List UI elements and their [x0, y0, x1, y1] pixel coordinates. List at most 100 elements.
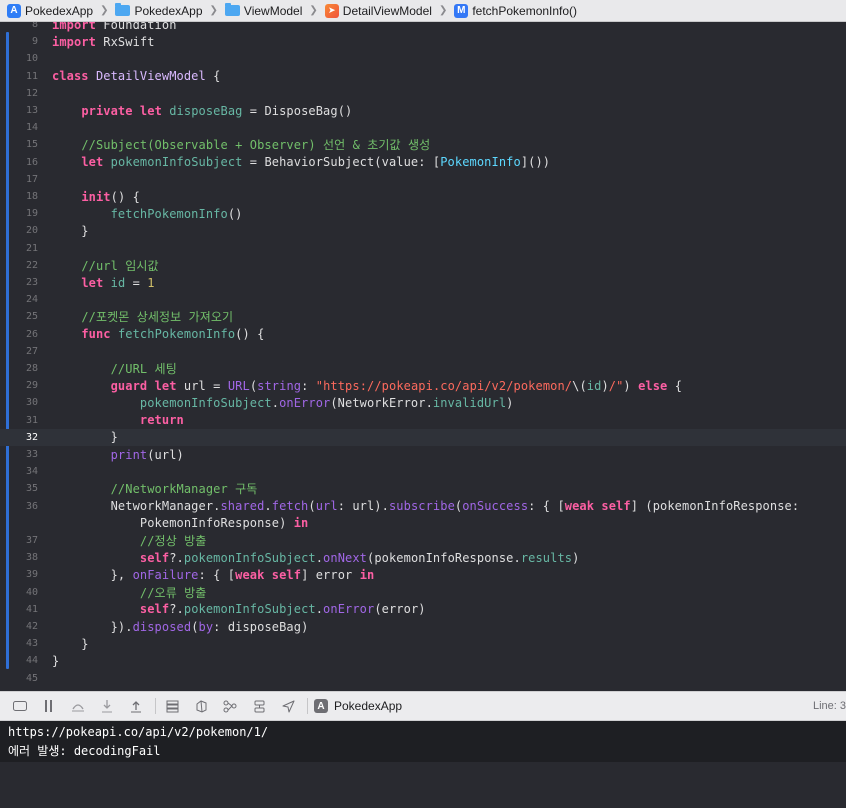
line-number[interactable]: 18: [0, 191, 38, 202]
line-number[interactable]: 21: [0, 243, 38, 254]
code-line[interactable]: 8 import Foundation: [0, 22, 846, 33]
code-line[interactable]: 41 self?.pokemonInfoSubject.onError(erro…: [0, 601, 846, 618]
line-number[interactable]: 29: [0, 380, 38, 391]
code-line[interactable]: 37 //정상 방출: [0, 532, 846, 549]
code-token: return: [139, 413, 184, 428]
code-line[interactable]: 14: [0, 119, 846, 136]
code-line[interactable]: 32 }: [0, 428, 846, 446]
code-line[interactable]: 17: [0, 171, 846, 188]
code-line[interactable]: 24: [0, 291, 846, 308]
view-hierarchy-icon[interactable]: [162, 696, 182, 716]
code-line[interactable]: 21: [0, 240, 846, 257]
code-line[interactable]: 11 class DetailViewModel {: [0, 68, 846, 85]
line-number[interactable]: 12: [0, 88, 38, 99]
line-number[interactable]: 10: [0, 53, 38, 64]
step-out-icon[interactable]: [126, 696, 146, 716]
line-number[interactable]: 30: [0, 397, 38, 408]
line-number[interactable]: 27: [0, 346, 38, 357]
hide-debug-area-icon[interactable]: [10, 696, 30, 716]
line-number[interactable]: 25: [0, 311, 38, 322]
code-line[interactable]: 15 //Subject(Observable + Observer) 선언 &…: [0, 136, 846, 153]
line-number[interactable]: 41: [0, 604, 38, 615]
code-line[interactable]: 20 }: [0, 222, 846, 239]
code-line[interactable]: 34: [0, 463, 846, 480]
line-number[interactable]: 9: [0, 36, 38, 47]
code-line[interactable]: 30 pokemonInfoSubject.onError(NetworkErr…: [0, 394, 846, 411]
code-line[interactable]: 18 init() {: [0, 188, 846, 205]
line-number[interactable]: 44: [0, 655, 38, 666]
code-line[interactable]: 42 }).disposed(by: disposeBag): [0, 618, 846, 635]
pause-icon[interactable]: [39, 696, 59, 716]
line-number[interactable]: 37: [0, 535, 38, 546]
code-line[interactable]: 40 //오류 방출: [0, 584, 846, 601]
breadcrumb-item-group[interactable]: PokedexApp: [115, 3, 203, 18]
code-line[interactable]: 35 //NetworkManager 구독: [0, 480, 846, 497]
line-number[interactable]: 42: [0, 621, 38, 632]
process-selector[interactable]: A PokedexApp: [314, 699, 402, 713]
breadcrumb-item-project[interactable]: A PokedexApp: [7, 3, 93, 18]
code-line[interactable]: 12: [0, 85, 846, 102]
code-editor[interactable]: 8 import Foundation 9 import RxSwift 10 11 cla…: [0, 22, 846, 691]
line-number[interactable]: 17: [0, 174, 38, 185]
line-number[interactable]: 36: [0, 501, 38, 512]
line-number[interactable]: 13: [0, 105, 38, 116]
line-number[interactable]: 8: [0, 22, 38, 30]
line-number[interactable]: 38: [0, 552, 38, 563]
line-number[interactable]: 33: [0, 449, 38, 460]
line-number[interactable]: 40: [0, 587, 38, 598]
code-line[interactable]: 31 return: [0, 412, 846, 429]
code-line[interactable]: 23 let id = 1: [0, 274, 846, 291]
code-token: shared: [220, 499, 265, 514]
code-line[interactable]: 26 func fetchPokemonInfo() {: [0, 326, 846, 343]
code-token: //오류 방출: [139, 585, 207, 600]
code-line[interactable]: 19 fetchPokemonInfo(): [0, 205, 846, 222]
line-number[interactable]: 31: [0, 415, 38, 426]
line-number[interactable]: 32: [0, 432, 38, 443]
code-line[interactable]: 22 //url 임시값: [0, 257, 846, 274]
line-number[interactable]: 34: [0, 466, 38, 477]
line-number[interactable]: 19: [0, 208, 38, 219]
location-arrow-icon[interactable]: [278, 696, 298, 716]
breadcrumb-item-method[interactable]: M fetchPokemonInfo(): [454, 3, 577, 18]
line-number[interactable]: 23: [0, 277, 38, 288]
line-number[interactable]: 28: [0, 363, 38, 374]
code-line[interactable]: 9 import RxSwift: [0, 33, 846, 50]
code-line[interactable]: 29 guard let url = URL(string: "https://…: [0, 377, 846, 394]
line-number[interactable]: 45: [0, 673, 38, 684]
code-token: () {: [110, 189, 140, 204]
code-line[interactable]: 43 }: [0, 635, 846, 652]
console-output[interactable]: https://pokeapi.co/api/v2/pokemon/1/ 에러 …: [0, 721, 846, 762]
line-number[interactable]: 11: [0, 71, 38, 82]
code-line[interactable]: 27: [0, 343, 846, 360]
step-over-icon[interactable]: [68, 696, 88, 716]
breadcrumb-item-viewmodel[interactable]: ViewModel: [224, 3, 302, 18]
line-number[interactable]: 16: [0, 157, 38, 168]
line-number[interactable]: 20: [0, 225, 38, 236]
line-number[interactable]: 24: [0, 294, 38, 305]
environment-overrides-icon[interactable]: [220, 696, 240, 716]
simulate-location-icon[interactable]: [249, 696, 269, 716]
line-number[interactable]: 22: [0, 260, 38, 271]
code-line[interactable]: 36 NetworkManager.shared.fetch(url: url)…: [0, 498, 846, 515]
code-line[interactable]: 13 private let disposeBag = DisposeBag(): [0, 102, 846, 119]
line-number[interactable]: 43: [0, 638, 38, 649]
step-into-icon[interactable]: [97, 696, 117, 716]
code-line[interactable]: 38 self?.pokemonInfoSubject.onNext(pokem…: [0, 549, 846, 566]
line-number[interactable]: 14: [0, 122, 38, 133]
line-number[interactable]: 26: [0, 329, 38, 340]
code-line[interactable]: 10: [0, 50, 846, 67]
code-line[interactable]: PokemonInfoResponse) in: [0, 515, 846, 532]
line-number[interactable]: 39: [0, 569, 38, 580]
line-number[interactable]: 15: [0, 139, 38, 150]
code-line[interactable]: 16 let pokemonInfoSubject = BehaviorSubj…: [0, 154, 846, 171]
code-line[interactable]: 45: [0, 670, 846, 687]
code-line[interactable]: 28 //URL 세팅: [0, 360, 846, 377]
line-number[interactable]: 35: [0, 483, 38, 494]
code-line[interactable]: 25 //포켓몬 상세정보 가져오기: [0, 308, 846, 325]
code-line[interactable]: 44}: [0, 652, 846, 669]
code-line[interactable]: 39 }, onFailure: { [weak self] error in: [0, 566, 846, 583]
breadcrumb-item-file[interactable]: ➤ DetailViewModel: [324, 3, 432, 18]
code-line[interactable]: 33 print(url): [0, 446, 846, 463]
memory-graph-icon[interactable]: [191, 696, 211, 716]
